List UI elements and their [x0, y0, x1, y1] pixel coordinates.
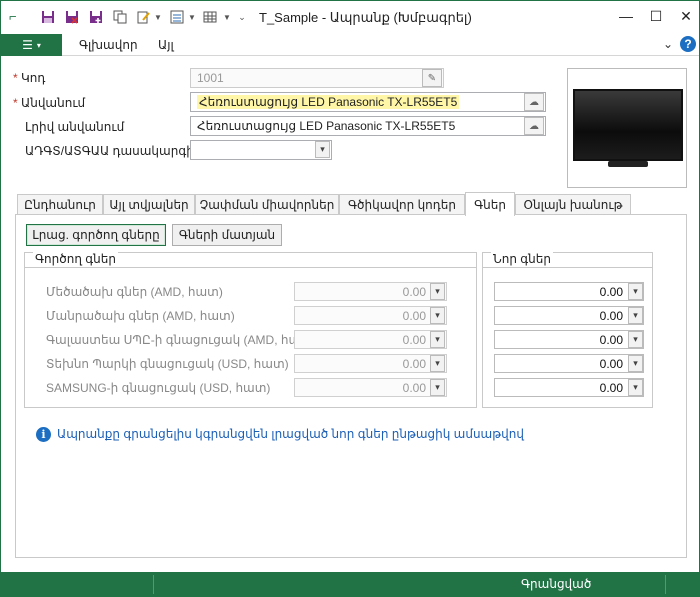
- chevron-down-icon: ▾: [430, 283, 445, 300]
- price-row-label: SAMSUNG-ի գնացուցակ (USD, հատ): [46, 381, 271, 395]
- tv-stand: [608, 161, 648, 167]
- maximize-icon[interactable]: ☐: [641, 5, 671, 27]
- app-window: ⌐ ▼ ▼ ▼ ⌄ T_Sample - Ապրանք (Խմբագրել) —…: [0, 0, 700, 597]
- collapse-ribbon-icon[interactable]: ⌄: [663, 37, 673, 51]
- title-bar: ⌐ ▼ ▼ ▼ ⌄ T_Sample - Ապրանք (Խմբագրել) —…: [1, 1, 699, 33]
- status-divider: [665, 575, 666, 594]
- save-close-icon[interactable]: [63, 8, 81, 26]
- current-price-field: 0.00: [294, 378, 447, 397]
- table-icon[interactable]: [201, 8, 219, 26]
- price-row-label: Մեծածախ գներ (AMD, հատ): [46, 285, 223, 299]
- fullname-label: Լրիվ անվանում: [25, 120, 125, 134]
- chevron-down-icon[interactable]: ▾: [315, 141, 330, 158]
- info-icon: i: [36, 427, 51, 442]
- new-price-field[interactable]: 0.00: [494, 306, 644, 325]
- ribbon-tab-other[interactable]: Այլ: [158, 38, 174, 52]
- chevron-down-icon: ▾: [430, 307, 445, 324]
- group-divider: [483, 267, 652, 268]
- fullname-input[interactable]: Հեռուստացույց LED Panasonic TX-LR55ET5: [190, 116, 546, 136]
- current-price-field: 0.00: [294, 282, 447, 301]
- ribbon-tab-home[interactable]: Գլխավոր: [79, 38, 138, 52]
- group-divider: [25, 267, 476, 268]
- tv-image: [573, 89, 683, 161]
- edit-icon[interactable]: [135, 8, 153, 26]
- required-icon: *: [13, 71, 22, 85]
- file-menu-button[interactable]: ☰ ▾: [1, 34, 62, 56]
- status-text: Գրանցված: [521, 577, 592, 591]
- options-icon[interactable]: [168, 8, 186, 26]
- chevron-down-icon: ▾: [430, 379, 445, 396]
- help-icon[interactable]: ?: [680, 36, 696, 52]
- minimize-icon[interactable]: —: [611, 5, 641, 27]
- new-price-field[interactable]: 0.00: [494, 378, 644, 397]
- new-price-field[interactable]: 0.00: [494, 330, 644, 349]
- price-history-button[interactable]: Գների մատյան: [172, 224, 282, 246]
- cloud-icon[interactable]: ☁: [524, 93, 544, 111]
- new-price-field[interactable]: 0.00: [494, 282, 644, 301]
- code-label: * Կոդ: [13, 71, 46, 85]
- table-dropdown-icon[interactable]: ▼: [222, 8, 232, 26]
- chevron-down-icon[interactable]: ▾: [628, 307, 643, 324]
- tab-other-data[interactable]: Այլ տվյալներ: [103, 194, 195, 215]
- tab-general[interactable]: Ընդհանուր: [17, 194, 103, 215]
- save-new-icon[interactable]: [87, 8, 105, 26]
- tab-units[interactable]: Չափման միավորներ: [195, 194, 339, 215]
- product-image[interactable]: [567, 68, 687, 188]
- new-price-field[interactable]: 0.00: [494, 354, 644, 373]
- chevron-down-icon[interactable]: ▾: [628, 331, 643, 348]
- app-logo-icon: ⌐: [9, 9, 17, 24]
- edit-dropdown-icon[interactable]: ▼: [153, 8, 163, 26]
- ribbon-bar: ☰ ▾ Գլխավոր Այլ ⌄ ?: [1, 34, 699, 56]
- status-divider: [153, 575, 154, 594]
- price-row-label: Գալաստեա ՍՊԸ-ի գնացուցակ (AMD, հատ): [46, 333, 316, 347]
- required-icon: *: [13, 96, 22, 110]
- wrench-icon[interactable]: ✎: [422, 69, 442, 87]
- new-prices-title: Նոր գներ: [491, 252, 554, 266]
- fill-current-prices-button[interactable]: Լրաց. գործող գները: [26, 224, 166, 246]
- price-row-label: Մանրածախ գներ (AMD, հատ): [46, 309, 235, 323]
- cloud-icon[interactable]: ☁: [524, 117, 544, 135]
- code-input[interactable]: 1001: [190, 68, 444, 88]
- menu-icon: ☰: [22, 38, 33, 52]
- classifier-select[interactable]: [190, 140, 332, 160]
- save-icon[interactable]: [39, 8, 57, 26]
- chevron-down-icon[interactable]: ▾: [628, 283, 643, 300]
- chevron-down-icon[interactable]: ▾: [628, 355, 643, 372]
- name-input[interactable]: Հեռուստացույց LED Panasonic TX-LR55ET5: [190, 92, 546, 112]
- name-label: * Անվանում: [13, 96, 86, 110]
- window-title: T_Sample - Ապրանք (Խմբագրել): [259, 10, 472, 25]
- chevron-down-icon: ▾: [430, 331, 445, 348]
- classifier-label: ԱԴԳՏ/ԱՏԳԱԱ դասակարգիչ: [25, 144, 199, 158]
- options-dropdown-icon[interactable]: ▼: [187, 8, 197, 26]
- chevron-down-icon: ▾: [36, 40, 41, 50]
- customize-toolbar-icon[interactable]: ⌄: [237, 8, 247, 26]
- current-price-field: 0.00: [294, 354, 447, 373]
- status-bar: Գրանցված: [1, 572, 699, 597]
- tab-online-shop[interactable]: Օնլայն խանութ: [515, 194, 631, 215]
- copy-icon[interactable]: [111, 8, 129, 26]
- info-message: Ապրանքը գրանցելիս կգրանցվեն լրացված նոր …: [57, 427, 524, 441]
- close-icon[interactable]: ✕: [671, 5, 700, 27]
- current-price-field: 0.00: [294, 306, 447, 325]
- price-row-label: Տեխնո Պարկի գնացուցակ (USD, հատ): [46, 357, 289, 371]
- current-prices-title: Գործող գներ: [33, 252, 118, 266]
- tab-barcodes[interactable]: Գծիկավոր կոդեր: [339, 194, 465, 215]
- chevron-down-icon[interactable]: ▾: [628, 379, 643, 396]
- current-price-field: 0.00: [294, 330, 447, 349]
- chevron-down-icon: ▾: [430, 355, 445, 372]
- tab-prices[interactable]: Գներ: [465, 192, 515, 216]
